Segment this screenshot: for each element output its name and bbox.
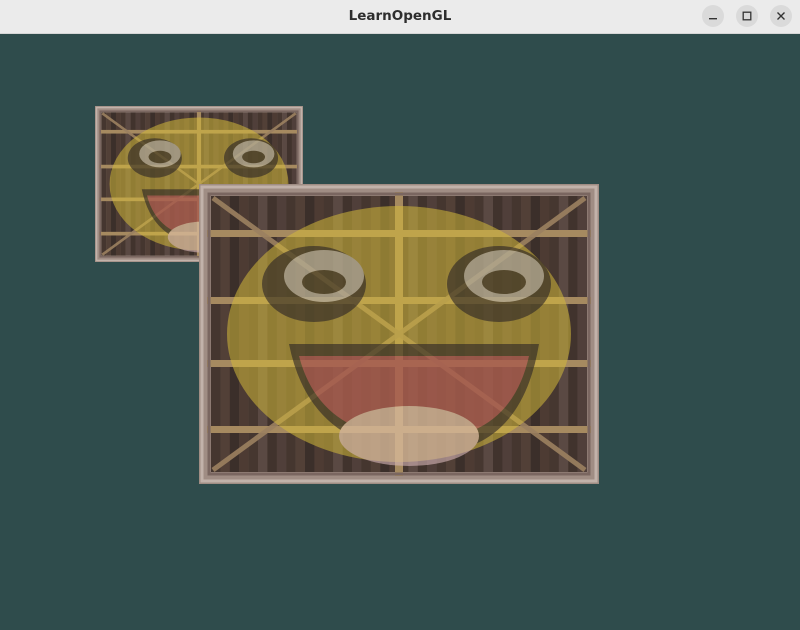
minimize-button[interactable]	[702, 5, 724, 27]
gl-viewport[interactable]	[0, 34, 800, 630]
close-icon	[776, 11, 786, 21]
minimize-icon	[708, 11, 718, 21]
maximize-icon	[742, 11, 752, 21]
close-button[interactable]	[770, 5, 792, 27]
textured-quad-large	[199, 184, 599, 484]
maximize-button[interactable]	[736, 5, 758, 27]
title-bar[interactable]: LearnOpenGL	[0, 0, 800, 34]
app-window: LearnOpenGL	[0, 0, 800, 630]
window-title: LearnOpenGL	[348, 8, 452, 24]
